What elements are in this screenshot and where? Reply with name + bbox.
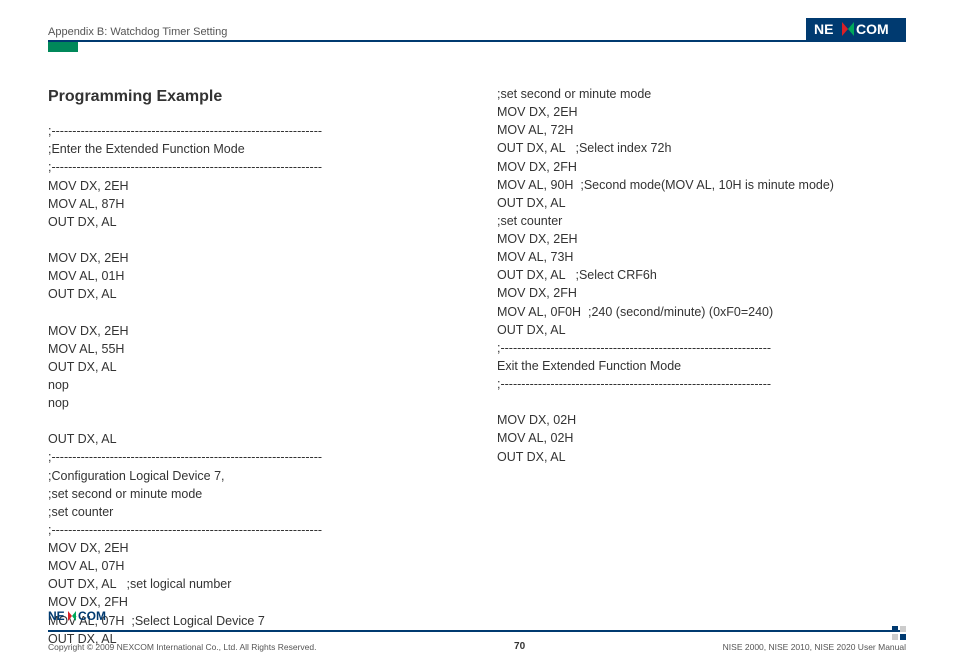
logo-text-left: NE — [814, 21, 833, 37]
svg-text:NE: NE — [48, 609, 65, 623]
code-right-column: ;set second or minute mode MOV DX, 2EH M… — [497, 85, 906, 466]
manual-title: NISE 2000, NISE 2010, NISE 2020 User Man… — [723, 642, 906, 652]
appendix-title: Appendix B: Watchdog Timer Setting — [48, 26, 227, 38]
footer-divider — [48, 630, 906, 632]
copyright-text: Copyright © 2009 NEXCOM International Co… — [48, 642, 316, 652]
code-left-column: ;---------------------------------------… — [48, 122, 457, 648]
footer-decoration-icon — [892, 626, 906, 640]
svg-text:COM: COM — [78, 609, 106, 623]
section-heading: Programming Example — [48, 85, 457, 108]
logo-text-right: COM — [856, 21, 889, 37]
page-number: 70 — [514, 641, 525, 652]
header-divider — [48, 40, 906, 42]
header-tab-accent — [48, 42, 78, 52]
nexcom-logo-footer: NE COM — [48, 609, 118, 628]
